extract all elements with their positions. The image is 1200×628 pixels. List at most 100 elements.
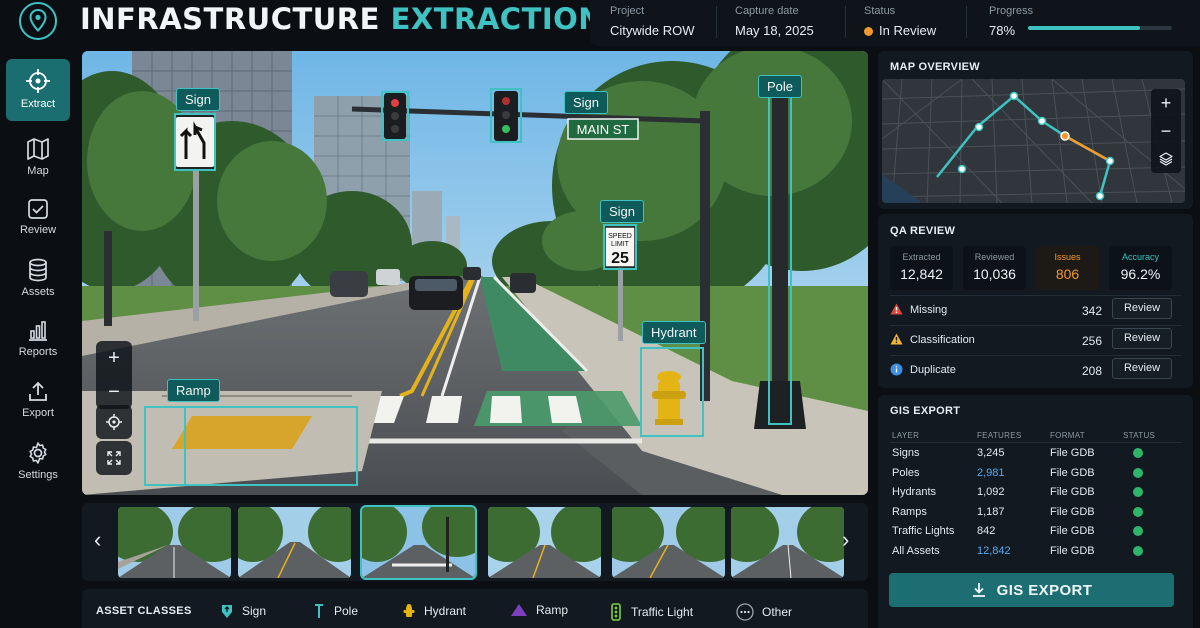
title-accent: EXTRACTION [390,2,604,36]
street-thumbnail [362,507,475,578]
asset-class-hydrant[interactable]: Hydrant [402,603,466,619]
sign-bounding-box[interactable] [174,113,216,171]
previous-image-button[interactable]: ‹ [94,527,101,553]
issue-row-classification: Classification 256 Review [890,325,1181,353]
asset-class-label: Sign [242,604,267,618]
zoom-in-button[interactable]: + [96,341,132,375]
issue-count: 342 [1081,304,1102,318]
asset-class-pole[interactable]: Pole [312,603,358,619]
sign-label: Sign [564,91,609,114]
stat-label: Extracted [902,252,941,262]
sidebar-item-map[interactable]: Map [6,122,70,184]
sidebar-item-label: Extract [20,98,56,110]
ramp-sub-bounding-box[interactable] [144,406,186,486]
asset-class-label: Traffic Light [631,605,694,619]
table-row[interactable]: Signs 3,245 File GDB [890,444,1181,464]
progress-label: Progress [989,5,1034,17]
hydrant-bounding-box[interactable] [640,347,704,437]
table-row[interactable]: Hydrants 1,092 File GDB [890,483,1181,503]
review-classification-button[interactable]: Review [1112,328,1172,349]
column-header: STATUS [1123,431,1156,440]
traffic-light-bounding-box[interactable] [490,88,522,143]
layer-name: Poles [892,467,920,479]
sidebar-item-label: Reports [18,346,58,358]
next-image-button[interactable]: › [842,527,849,553]
info-icon [890,363,903,376]
fullscreen-button[interactable] [96,441,132,475]
locate-button[interactable] [96,405,132,439]
map-zoom-out-button[interactable]: − [1151,117,1181,145]
project-label: Project [610,5,645,17]
stat-value: 96.2% [1120,266,1161,282]
stat-extracted: Extracted 12,842 [890,246,953,290]
thumbnail-image-selected[interactable] [360,505,477,580]
status-dot-icon [864,27,873,36]
street-view-image[interactable]: MAIN ST SPEED LIMIT 25 Sign Sign Sign Po… [82,51,868,495]
thumbnail-image[interactable] [488,507,601,578]
speed-sign-bounding-box[interactable] [603,224,637,270]
overview-map-graphic [882,79,1185,203]
layer-name: Hydrants [892,486,937,498]
bar-chart-icon [29,321,47,341]
pole-label: Pole [758,75,803,98]
divider [890,442,1181,443]
warning-triangle-icon [890,333,903,345]
sidebar-item-assets[interactable]: Assets [6,244,70,306]
traffic-light-bounding-box[interactable] [381,91,409,141]
street-thumbnail [238,507,351,578]
divider [966,6,967,38]
issue-row-duplicate: Duplicate 208 Review [890,355,1181,383]
stat-issues[interactable]: Issues 806 [1036,246,1099,290]
format: File GDB [1050,467,1095,479]
asset-class-ramp[interactable]: Ramp [510,603,568,617]
sidebar-item-review[interactable]: Review [6,183,70,245]
feature-count: 842 [977,525,996,537]
review-missing-button[interactable]: Review [1112,298,1172,319]
map-zoom-in-button[interactable]: + [1151,89,1181,117]
asset-classes-title: ASSET CLASSES [96,605,192,617]
thumbnail-image[interactable] [612,507,725,578]
gis-export-button[interactable]: GIS EXPORT [889,573,1174,607]
table-row[interactable]: Ramps 1,187 File GDB [890,503,1181,523]
sidebar-item-reports[interactable]: Reports [6,305,70,367]
upload-icon [29,381,47,401]
progress-field: Progress 78% [989,5,1033,38]
stat-value: 12,842 [900,266,943,282]
thumbnail-image[interactable] [118,507,231,578]
expand-icon [107,451,121,465]
review-duplicate-button[interactable]: Review [1112,358,1172,379]
sidebar-item-export[interactable]: Export [6,366,70,428]
zoom-out-button[interactable]: − [96,375,132,409]
pole-bounding-box[interactable] [768,95,792,425]
check-square-icon [28,199,48,219]
table-row[interactable]: Poles 2,981 File GDB [890,464,1181,484]
issue-name: Missing [910,304,948,316]
divider [716,6,717,38]
image-filmstrip: ‹ › [82,503,868,581]
layer-name: All Assets [892,545,940,557]
table-row[interactable]: All Assets 12,842 File GDB [890,542,1181,562]
format: File GDB [1050,447,1095,459]
status-check-icon [1133,546,1143,556]
asset-class-other[interactable]: Other [736,603,792,621]
asset-class-traffic-light[interactable]: Traffic Light [609,603,693,621]
asset-class-sign[interactable]: Sign [220,603,266,619]
street-thumbnail [118,507,231,578]
ramp-label: Ramp [167,379,220,402]
project-info-bar: Project Citywide ROW Capture date May 18… [590,0,1200,46]
database-icon [29,258,47,282]
table-row[interactable]: Traffic Lights 842 File GDB [890,522,1181,542]
overview-map[interactable]: + − [882,79,1185,203]
stat-label: Issues [1054,252,1081,262]
asset-class-label: Other [762,605,793,619]
layers-button[interactable] [1151,145,1181,173]
sidebar: Extract Map Review Assets Reports Export… [0,50,76,628]
sidebar-item-extract[interactable]: Extract [6,59,70,121]
thumbnail-image[interactable] [238,507,351,578]
thumbnail-image[interactable] [731,507,844,578]
gear-icon [29,442,47,464]
sidebar-item-label: Assets [21,286,55,298]
sidebar-item-settings[interactable]: Settings [6,427,70,489]
hydrant-label: Hydrant [642,321,706,344]
map-overview-panel: MAP OVERVIEW + − [878,51,1193,209]
